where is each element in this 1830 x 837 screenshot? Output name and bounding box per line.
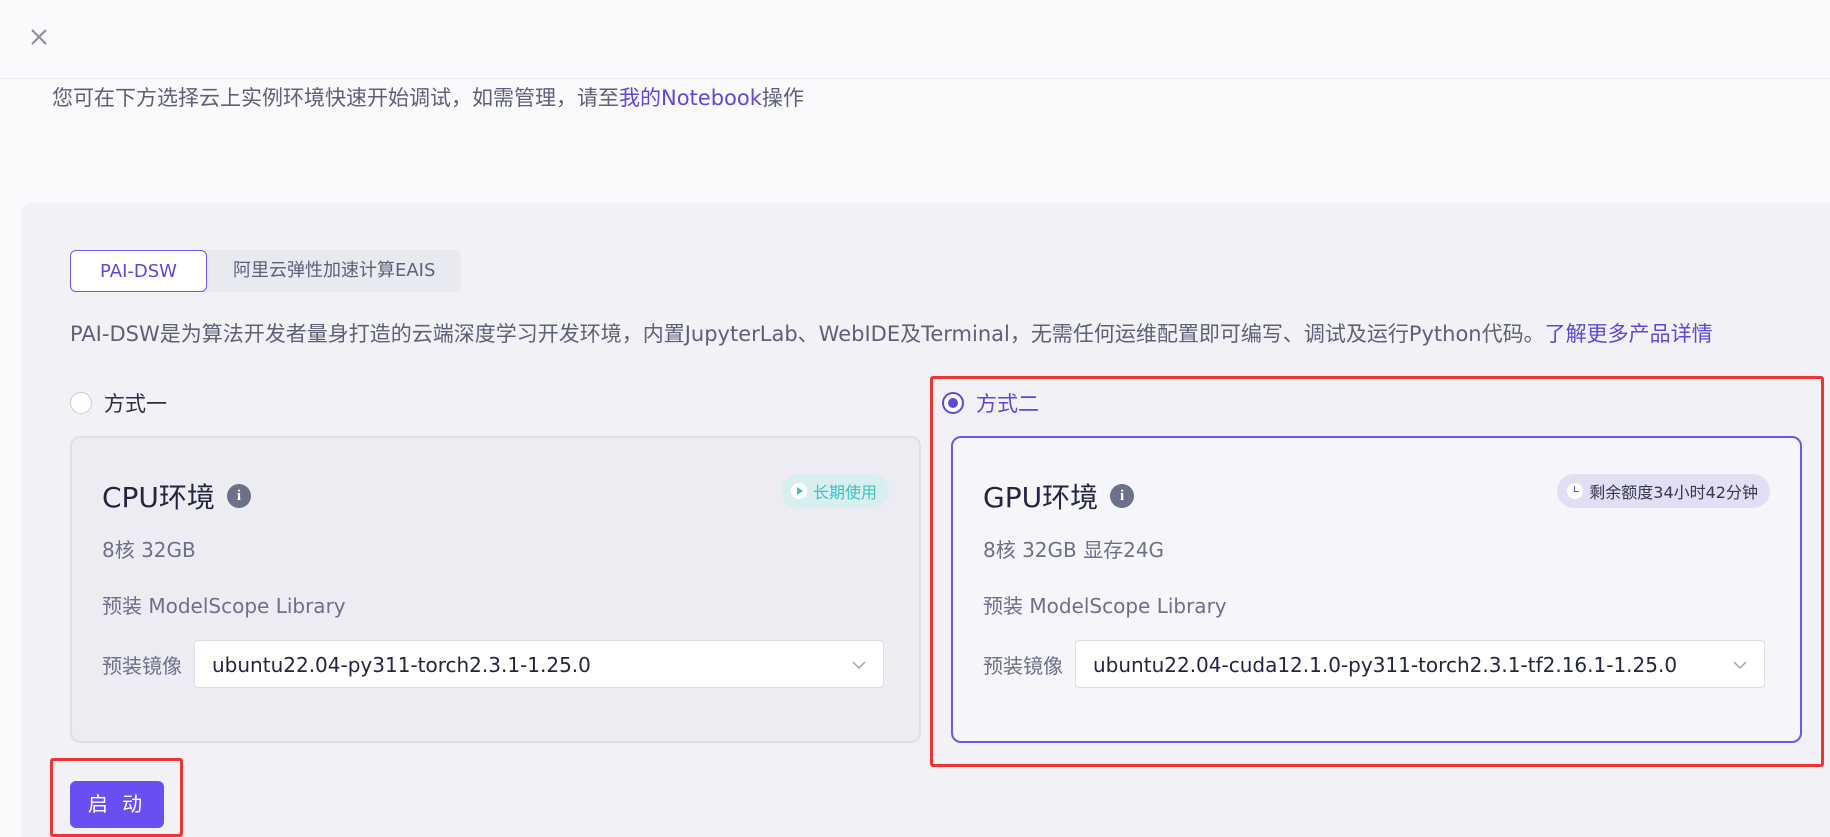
option-one-radio[interactable]: 方式一 xyxy=(70,388,167,418)
cpu-image-select[interactable]: ubuntu22.04-py311-torch2.3.1-1.25.0 xyxy=(194,640,884,688)
gpu-title-text: GPU环境 xyxy=(983,481,1099,514)
radio-checked-icon[interactable] xyxy=(942,392,964,414)
gpu-environment-card[interactable]: GPU环境 i 剩余额度34小时42分钟 8核 32GB 显存24G 预装 Mo… xyxy=(951,436,1802,743)
intro-hint-prefix: 您可在下方选择云上实例环境快速开始调试，如需管理，请至 xyxy=(52,86,619,110)
gpu-image-row: 预装镜像 ubuntu22.04-cuda12.1.0-py311-torch2… xyxy=(983,640,1765,688)
close-icon[interactable] xyxy=(24,22,54,52)
option-two-radio[interactable]: 方式二 xyxy=(942,388,1039,418)
gpu-spec: 8核 32GB 显存24G xyxy=(983,538,1165,562)
cpu-image-row: 预装镜像 ubuntu22.04-py311-torch2.3.1-1.25.0 xyxy=(102,640,884,688)
gpu-image-value: ubuntu22.04-cuda12.1.0-py311-torch2.3.1-… xyxy=(1093,653,1678,677)
info-icon[interactable]: i xyxy=(1110,484,1135,508)
cpu-title-text: CPU环境 xyxy=(102,481,215,514)
card-title: CPU环境 i xyxy=(102,476,251,516)
cpu-library: 预装 ModelScope Library xyxy=(102,594,346,618)
long-term-badge: 长期使用 xyxy=(780,474,889,508)
info-icon[interactable]: i xyxy=(226,484,251,508)
gpu-image-label: 预装镜像 xyxy=(983,653,1063,678)
product-description-text: PAI-DSW是为算法开发者量身打造的云端深度学习开发环境，内置JupyterL… xyxy=(70,322,1545,346)
option-two-label: 方式二 xyxy=(976,392,1039,416)
gpu-library: 预装 ModelScope Library xyxy=(983,594,1227,618)
tab-eais[interactable]: 阿里云弹性加速计算EAIS xyxy=(207,250,461,292)
intro-hint: 您可在下方选择云上实例环境快速开始调试，如需管理，请至我的Notebook操作 xyxy=(52,82,804,112)
start-button[interactable]: 启 动 xyxy=(70,781,164,828)
notebook-launch-dialog: 您可在下方选择云上实例环境快速开始调试，如需管理，请至我的Notebook操作 … xyxy=(0,0,1830,837)
remaining-quota-badge: 剩余额度34小时42分钟 xyxy=(1557,474,1770,508)
intro-hint-suffix: 操作 xyxy=(761,86,804,110)
cpu-image-value: ubuntu22.04-py311-torch2.3.1-1.25.0 xyxy=(212,653,591,677)
chevron-down-icon xyxy=(852,661,866,670)
option-one-label: 方式一 xyxy=(104,392,167,416)
clock-icon xyxy=(1567,483,1584,499)
gpu-image-select[interactable]: ubuntu22.04-cuda12.1.0-py311-torch2.3.1-… xyxy=(1075,640,1765,688)
cpu-image-label: 预装镜像 xyxy=(102,653,182,678)
product-description: PAI-DSW是为算法开发者量身打造的云端深度学习开发环境，内置JupyterL… xyxy=(70,318,1713,348)
product-tabs: PAI-DSW 阿里云弹性加速计算EAIS xyxy=(70,250,462,292)
tab-pai-dsw[interactable]: PAI-DSW xyxy=(70,250,207,292)
radio-unchecked-icon[interactable] xyxy=(70,392,92,414)
play-icon xyxy=(790,483,807,499)
long-term-badge-text: 长期使用 xyxy=(812,483,877,502)
card-title: GPU环境 i xyxy=(983,476,1135,516)
dialog-header xyxy=(0,0,1830,79)
my-notebook-link[interactable]: 我的Notebook xyxy=(619,86,762,110)
remaining-quota-text: 剩余额度34小时42分钟 xyxy=(1589,483,1758,502)
learn-more-link[interactable]: 了解更多产品详情 xyxy=(1545,322,1713,346)
cpu-environment-card[interactable]: CPU环境 i 长期使用 8核 32GB 预装 ModelScope Libra… xyxy=(70,436,921,743)
chevron-down-icon xyxy=(1733,661,1747,670)
cpu-spec: 8核 32GB xyxy=(102,538,196,562)
